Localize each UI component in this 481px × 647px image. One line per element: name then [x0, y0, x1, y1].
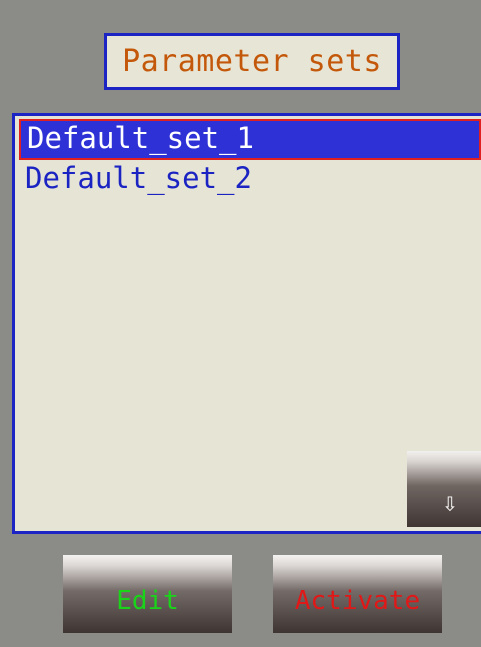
- edit-button[interactable]: Edit: [63, 555, 232, 633]
- page-title-box: Parameter sets: [104, 33, 400, 90]
- page-title: Parameter sets: [122, 44, 382, 79]
- scroll-down-button[interactable]: ⇩: [407, 451, 481, 527]
- activate-button[interactable]: Activate: [273, 555, 442, 633]
- list-item-default-set-2[interactable]: Default_set_2: [19, 160, 481, 201]
- list-item-default-set-1[interactable]: Default_set_1: [19, 119, 481, 160]
- parameter-set-list[interactable]: Default_set_1 Default_set_2 ⇩: [12, 113, 481, 534]
- parameter-sets-screen: Parameter sets Default_set_1 Default_set…: [0, 0, 481, 647]
- down-arrow-icon: ⇩: [442, 488, 458, 518]
